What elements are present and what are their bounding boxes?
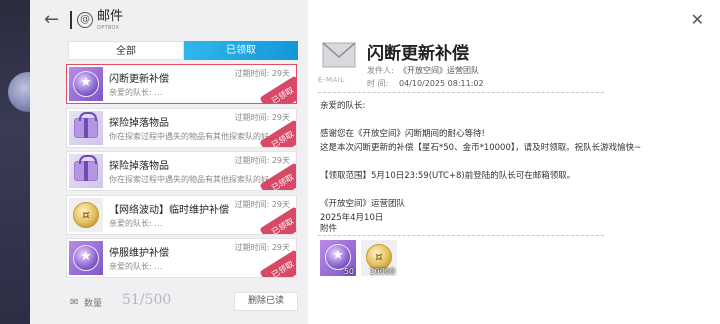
at-sign-icon: @ [77,12,93,28]
mail-title: 探险掉落物品 [109,117,169,129]
mail-detail-title: 闪断更新补偿 [367,44,469,64]
sender-key: 发件人: [367,66,394,75]
envelope-label: E-MAIL [318,76,345,84]
mail-expiry: 过期时间: 29天 [234,243,290,252]
attachment-item[interactable]: ¤ 10000 [361,240,397,276]
mail-expiry: 过期时间: 29天 [234,199,290,209]
mail-list: ★ 闪断更新补偿 过期时间: 29天 亲爱的队长: … 已领取 探险掉落物品 过… [66,64,297,282]
mail-title: 闪断更新补偿 [109,74,169,85]
mail-item[interactable]: 探险掉落物品 过期时间: 29天 你在探索过程中遇失的物品有其他探索队的好… 已… [66,151,297,191]
header-divider [70,11,72,29]
mail-line: 这是本次闪断更新的补偿【星石*50、金币*10000】，请及时领取。祝队长游戏愉… [320,143,642,153]
mail-expiry: 过期时间: 29天 [234,156,290,165]
tab-all[interactable]: 全部 [68,41,184,60]
mail-title: 探险掉落物品 [109,161,169,172]
mail-count-icon: ✉ [70,297,79,308]
gold-coin-icon: ¤ [73,201,99,228]
back-arrow-icon[interactable]: ← [44,10,59,30]
mail-item[interactable]: ¤ 【网络波动】临时维护补偿 过期时间: 29天 亲爱的队长: … 已领取 [66,194,297,235]
mail-greeting: 亲爱的队长: [320,101,366,111]
mail-tabs: 全部 已领取 [68,41,298,60]
mail-line: 【领取范围】5月10日23:59(UTC+8)前登陆的队长可在邮箱领取。 [320,171,576,181]
tab-claimed[interactable]: 已领取 [184,41,298,60]
sender-value: 《开放空间》运营团队 [399,66,479,75]
mail-signature: 《开放空间》运营团队 [320,199,406,209]
attachments-divider [318,235,604,236]
gift-box-icon [74,111,98,138]
mail-thumbnail [69,154,103,188]
mail-footer: ✉ 数量 51/500 删除已读 [30,290,308,314]
attachments-label: 附件 [320,224,338,234]
attachment-count: 50 [343,267,354,276]
envelope-icon [322,42,356,68]
time-key: 时 间: [367,79,389,88]
background-edge [0,0,48,324]
page-title: 邮件 [97,9,124,24]
time-value: 04/10/2025 08:11:02 [399,79,484,88]
mail-thumbnail: ★ [69,67,103,101]
gift-box-icon [74,155,98,181]
mail-header: ← @ 邮件 OPTBOX [30,0,308,40]
mail-meta: 发件人: 《开放空间》运营团队 时 间: 04/10/2025 08:11:02 [367,64,484,90]
mail-count-label: 数量 [84,299,103,309]
mail-thumbnail: ¤ [69,197,103,232]
attachment-count: 10000 [369,267,395,276]
mail-item[interactable]: ★ 闪断更新补偿 过期时间: 29天 亲爱的队长: … 已领取 [66,64,297,104]
mail-thumbnail: ★ [69,241,103,275]
delete-read-button[interactable]: 删除已读 [234,292,298,311]
mail-thumbnail [69,110,103,145]
star-badge-icon: ★ [73,245,99,271]
detail-divider [318,92,604,93]
mail-expiry: 过期时间: 29天 [234,112,290,122]
mail-detail-panel: ✕ E-MAIL 闪断更新补偿 发件人: 《开放空间》运营团队 时 间: 04/10… [308,0,720,324]
attachment-item[interactable]: ★ 50 [320,240,356,276]
mail-item[interactable]: ★ 停服维护补偿 过期时间: 29天 亲爱的队长: … 已领取 [66,238,297,278]
page-subtitle: OPTBOX [97,25,120,31]
mail-count-value: 51/500 [122,292,172,308]
mail-body: 亲爱的队长: 感谢您在《开放空间》闪断期间的耐心等待! 这是本次闪断更新的补偿【… [320,99,715,225]
mail-expiry: 过期时间: 29天 [234,69,290,78]
mail-list-panel: ← @ 邮件 OPTBOX 全部 已领取 ★ 闪断更新补偿 过期时间: 29天 … [30,0,308,324]
mail-title: 【网络波动】临时维护补偿 [109,204,229,216]
mail-line: 感谢您在《开放空间》闪断期间的耐心等待! [320,129,485,139]
mail-date: 2025年4月10日 [320,213,384,223]
mail-item[interactable]: 探险掉落物品 过期时间: 29天 你在探索过程中遇失的物品有其他探索队的好… 已… [66,107,297,148]
star-badge-icon: ★ [73,71,99,97]
close-icon[interactable]: ✕ [691,10,704,29]
mail-title: 停服维护补偿 [109,248,169,259]
